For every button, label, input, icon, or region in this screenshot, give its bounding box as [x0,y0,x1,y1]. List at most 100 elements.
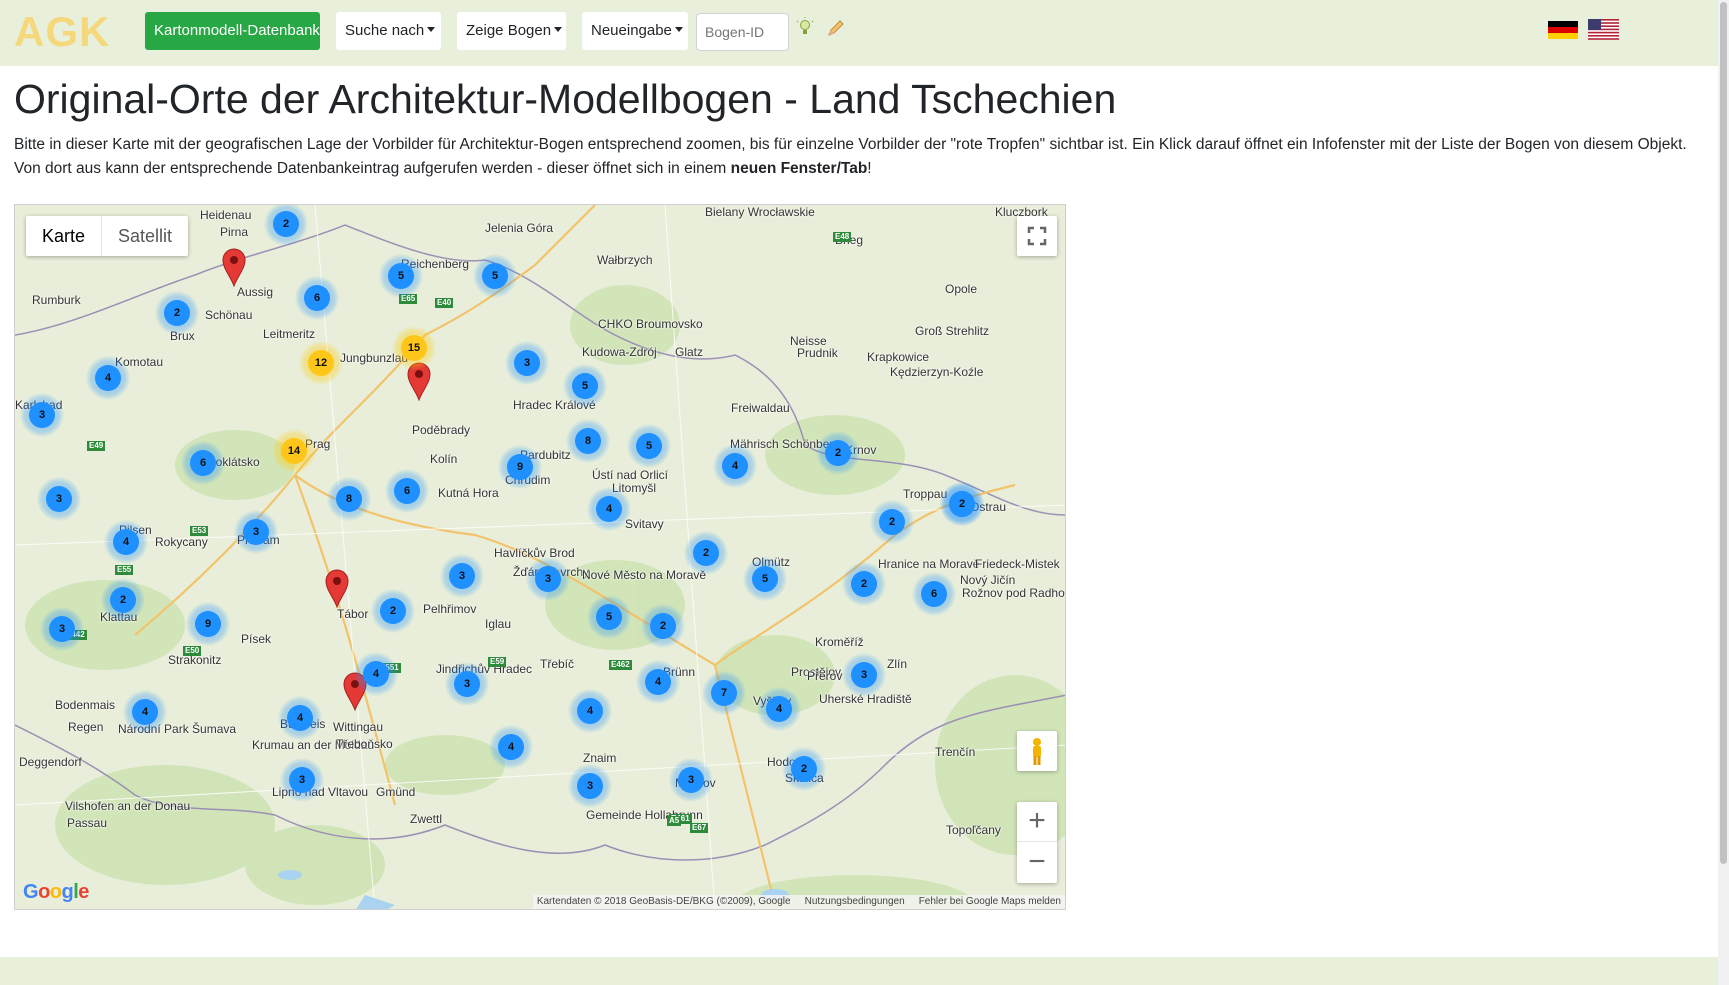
cluster-count: 2 [110,587,136,613]
road-shield: E48 [833,232,852,242]
map-type-control: Karte Satellit [26,216,189,256]
place-label: Schönau [205,308,253,322]
cluster-count: 3 [289,767,315,793]
cluster-count: 4 [363,661,389,687]
google-map[interactable]: Karte Satellit + − Google Kartendaten © … [14,204,1066,910]
page-scrollbar[interactable] [1718,0,1729,985]
place-label: Deggendorf [19,755,82,769]
cluster-count: 8 [575,428,601,454]
place-label: Freiwaldau [731,401,790,415]
zoom-control: + − [1017,802,1057,883]
place-label: CHKO Broumovsko [598,317,703,331]
cluster-count: 3 [49,616,75,642]
cluster-count: 2 [825,440,851,466]
zoom-in-button[interactable]: + [1017,802,1057,842]
cluster-count: 2 [650,613,676,639]
cluster-count: 3 [29,402,55,428]
cluster-count: 9 [195,611,221,637]
search-dropdown-label: Suche nach [345,22,425,39]
flag-german-icon[interactable] [1548,21,1578,39]
caret-down-icon [427,27,436,32]
place-label: Třebíč [540,657,575,671]
place-label: Svitavy [625,517,664,531]
show-sheet-dropdown-label: Zeige Bogen [466,22,552,39]
map-type-satellit-button[interactable]: Satellit [102,216,188,256]
place-label: Kutná Hora [438,486,499,500]
map-data-credit: Kartendaten © 2018 GeoBasis-DE/BKG (©200… [536,896,791,907]
place-label: Friedeck-Mistek [975,557,1060,571]
pencil-icon[interactable] [826,18,846,38]
place-label: Leitmeritz [263,327,316,341]
terms-link[interactable]: Nutzungsbedingungen [805,895,905,909]
cluster-count: 2 [879,509,905,535]
cluster-count: 6 [190,450,216,476]
footer-bar [0,957,1718,985]
google-logo: Google [23,881,89,903]
map-attribution: Kartendaten © 2018 GeoBasis-DE/BKG (©200… [532,895,1065,909]
zoom-out-button[interactable]: − [1017,843,1057,883]
red-pin-icon[interactable] [221,247,247,287]
place-label: Bielany Wrocławskie [705,205,815,219]
place-label: Krapkowice [867,350,930,364]
show-sheet-dropdown-button[interactable]: Zeige Bogen [457,12,566,50]
cluster-count: 2 [380,598,406,624]
cluster-count: 4 [113,529,139,555]
new-entry-dropdown-button[interactable]: Neueingabe [582,12,688,50]
road-shield: E67 [690,823,709,833]
road-shield: E59 [488,657,507,667]
place-label: Zwettl [410,812,443,826]
place-label: Wałbrzych [597,253,653,267]
cluster-count: 5 [482,263,508,289]
cluster-count: 4 [132,699,158,725]
flag-english-icon[interactable] [1588,19,1619,40]
cluster-count: 4 [577,698,603,724]
place-label: Ústí nad Orlicí [592,468,669,482]
report-error-link[interactable]: Fehler bei Google Maps melden [919,895,1061,909]
place-label: Poděbrady [412,423,471,437]
cluster-count: 3 [535,566,561,592]
place-label: Wittingau [333,720,384,734]
map-type-karte-button[interactable]: Karte [26,216,103,256]
intro-text-bold: neuen Fenster/Tab [730,160,868,177]
place-label: Heidenau [200,208,252,222]
place-label: Tábor [337,607,369,621]
road-shield: A5 [667,816,682,826]
cluster-count: 8 [336,486,362,512]
scrollbar-thumb[interactable] [1720,2,1727,864]
cluster-count: 4 [95,365,121,391]
place-label: Jelenia Góra [485,221,554,235]
caret-down-icon [554,27,563,32]
agk-logo[interactable]: AGK [14,8,110,56]
lightbulb-icon[interactable] [796,17,814,39]
cluster-count: 3 [46,486,72,512]
red-pin-icon[interactable] [324,568,350,608]
place-label: Vilshofen an der Donau [65,799,191,813]
place-label: Kolín [430,452,458,466]
place-label: Glatz [675,345,704,359]
cluster-count: 4 [766,696,792,722]
place-label: Topoľčany [946,823,1001,837]
search-dropdown-button[interactable]: Suche nach [336,12,441,50]
cluster-count: 15 [401,335,427,361]
database-button[interactable]: Kartonmodell-Datenbank [145,12,320,50]
place-label: Nový Jičín [960,573,1016,587]
fullscreen-button[interactable] [1017,216,1057,256]
street-view-button[interactable] [1017,731,1057,771]
place-label: Prudnik [797,346,838,360]
cluster-count: 5 [572,373,598,399]
place-label: Písek [241,632,272,646]
place-label: Aussig [237,285,274,299]
road-shield: E50 [183,646,202,656]
sheet-id-input[interactable] [696,13,789,51]
place-label: Opole [945,282,978,296]
road-shield: E462 [609,660,632,670]
cluster-count: 3 [851,662,877,688]
cluster-count: 5 [596,604,622,630]
road-shield: E40 [435,298,454,308]
fullscreen-icon [1027,226,1047,246]
cluster-count: 2 [851,571,877,597]
place-label: Gmünd [376,785,416,799]
place-label: Znaim [583,751,617,765]
cluster-count: 3 [454,671,480,697]
cluster-count: 4 [645,669,671,695]
